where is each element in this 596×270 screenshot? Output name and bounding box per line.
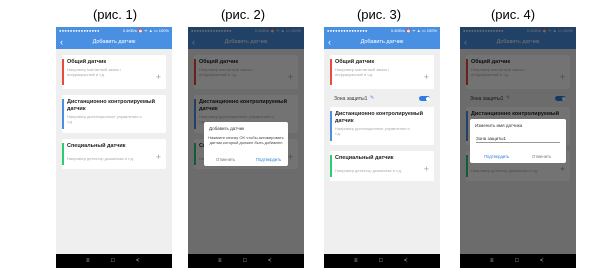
card-remote-sensor[interactable]: Дистанционно контролируемый датчик Напри… <box>330 107 434 145</box>
add-sensor-dialog: Добавить датчик Нажмите кнопку OK чтобы … <box>204 122 288 166</box>
home-icon[interactable]: □ <box>111 257 115 265</box>
rename-sensor-dialog: Изменить имя датчика Подтвердить Отменит… <box>470 119 566 163</box>
card-remote-sensor[interactable]: Дистанционно контролируемый датчик Напри… <box>62 95 166 133</box>
menu-icon[interactable]: ≡ <box>218 257 222 265</box>
card-accent <box>330 111 332 141</box>
dialog-title: Добавить датчик <box>209 126 245 131</box>
confirm-button[interactable]: Подтвердить <box>484 154 509 159</box>
status-right: 0.4KB/s ⏰ ᯤ ▲ ▭ 100% <box>122 28 169 33</box>
zone-label: Зона защиты1 <box>334 96 368 102</box>
card-title: Общий датчик <box>335 59 375 65</box>
card-description: Например детектор дыма/газа и т.д. <box>335 168 402 173</box>
card-special-sensor[interactable]: Специальный датчик Например детектор дым… <box>330 151 434 181</box>
nav-bar: ≡ □ < <box>188 254 304 268</box>
back-icon[interactable]: < <box>136 257 140 265</box>
app-title: Добавить датчик <box>92 39 136 45</box>
back-icon[interactable]: < <box>540 257 544 265</box>
back-icon[interactable]: < <box>268 257 272 265</box>
caption-3: (рис. 3) <box>356 7 402 22</box>
menu-icon[interactable]: ≡ <box>354 257 358 265</box>
plus-icon[interactable]: + <box>424 73 429 82</box>
card-description: Например магнитный замок / инфракрасный … <box>67 67 122 77</box>
card-title: Специальный датчик <box>335 155 394 161</box>
phone-screen-2: ●●●●●●●●●●●●●●● 0.4KB/s ⏰ ᯤ ▲ ▭ 100% ‹ Д… <box>188 27 304 268</box>
caption-4: (рис. 4) <box>490 7 536 22</box>
status-bar: ●●●●●●●●●●●●●●● 0.4KB/s ⏰ ᯤ ▲ ▭ 100% <box>324 27 440 35</box>
caption-2: (рис. 2) <box>220 7 266 22</box>
nav-bar: ≡ □ < <box>56 254 172 268</box>
zone-toggle[interactable] <box>419 96 430 101</box>
nav-bar: ≡ □ < <box>324 254 440 268</box>
menu-icon[interactable]: ≡ <box>490 257 494 265</box>
status-bar: ●●●●●●●●●●●●●●● 0.4KB/s ⏰ ᯤ ▲ ▭ 100% <box>56 27 172 35</box>
zone-row[interactable]: Зона защиты1 ✎ <box>330 93 434 104</box>
home-icon[interactable]: □ <box>379 257 383 265</box>
home-icon[interactable]: □ <box>243 257 247 265</box>
dialog-title: Изменить имя датчика <box>475 123 523 128</box>
back-icon[interactable]: < <box>404 257 408 265</box>
card-general-sensor[interactable]: Общий датчик Например магнитный замок / … <box>330 55 434 89</box>
card-description: Например магнитный замок / инфракрасный … <box>335 67 390 77</box>
card-accent <box>62 59 64 85</box>
sensor-name-input[interactable] <box>476 135 560 143</box>
phone-screen-4: ●●●●●●●●●●●●●●● 0.4KB/s ⏰ ᯤ ▲ ▭ 100% ‹ Д… <box>460 27 576 268</box>
app-bar: ‹ Добавить датчик <box>324 35 440 49</box>
card-accent <box>62 99 64 129</box>
card-general-sensor[interactable]: Общий датчик Например магнитный замок / … <box>62 55 166 89</box>
card-description: Например дистанционное управление и т.д. <box>335 126 410 136</box>
plus-icon[interactable]: + <box>156 73 161 82</box>
status-left: ●●●●●●●●●●●●●●● <box>327 28 368 33</box>
app-bar: ‹ Добавить датчик <box>56 35 172 49</box>
plus-icon[interactable]: + <box>156 153 161 162</box>
card-description: Например детектор дыма/газа и т.д. <box>67 156 134 161</box>
plus-icon[interactable]: + <box>424 165 429 174</box>
card-title: Дистанционно контролируемый датчик <box>67 99 156 112</box>
card-special-sensor[interactable]: Специальный датчик Например детектор дым… <box>62 139 166 169</box>
status-right: 0.4KB/s ⏰ ᯤ ▲ ▭ 100% <box>390 28 437 33</box>
card-title: Дистанционно контролируемый датчик <box>335 111 424 124</box>
card-accent <box>330 155 332 177</box>
cancel-button[interactable]: Отменить <box>532 154 551 159</box>
card-accent <box>62 143 64 165</box>
cancel-button[interactable]: Отменить <box>216 157 235 162</box>
confirm-button[interactable]: Подтвердить <box>256 157 281 162</box>
content-area: Общий датчик Например магнитный замок / … <box>324 49 440 254</box>
card-title: Общий датчик <box>67 59 107 65</box>
caption-1: (рис. 1) <box>92 7 138 22</box>
menu-icon[interactable]: ≡ <box>86 257 90 265</box>
phone-screen-1: ●●●●●●●●●●●●●●● 0.4KB/s ⏰ ᯤ ▲ ▭ 100% ‹ Д… <box>56 27 172 268</box>
card-description: Например дистанционное управление и т.д. <box>67 114 142 124</box>
dialog-message: Нажмите кнопку OK чтобы активировать дат… <box>208 135 284 145</box>
home-icon[interactable]: □ <box>515 257 519 265</box>
status-left: ●●●●●●●●●●●●●●● <box>59 28 100 33</box>
content-area: Общий датчик Например магнитный замок / … <box>56 49 172 254</box>
edit-icon[interactable]: ✎ <box>370 95 374 101</box>
card-title: Специальный датчик <box>67 143 126 149</box>
card-accent <box>330 59 332 85</box>
nav-bar: ≡ □ < <box>460 254 576 268</box>
app-title: Добавить датчик <box>360 39 404 45</box>
phone-screen-3: ●●●●●●●●●●●●●●● 0.4KB/s ⏰ ᯤ ▲ ▭ 100% ‹ Д… <box>324 27 440 268</box>
